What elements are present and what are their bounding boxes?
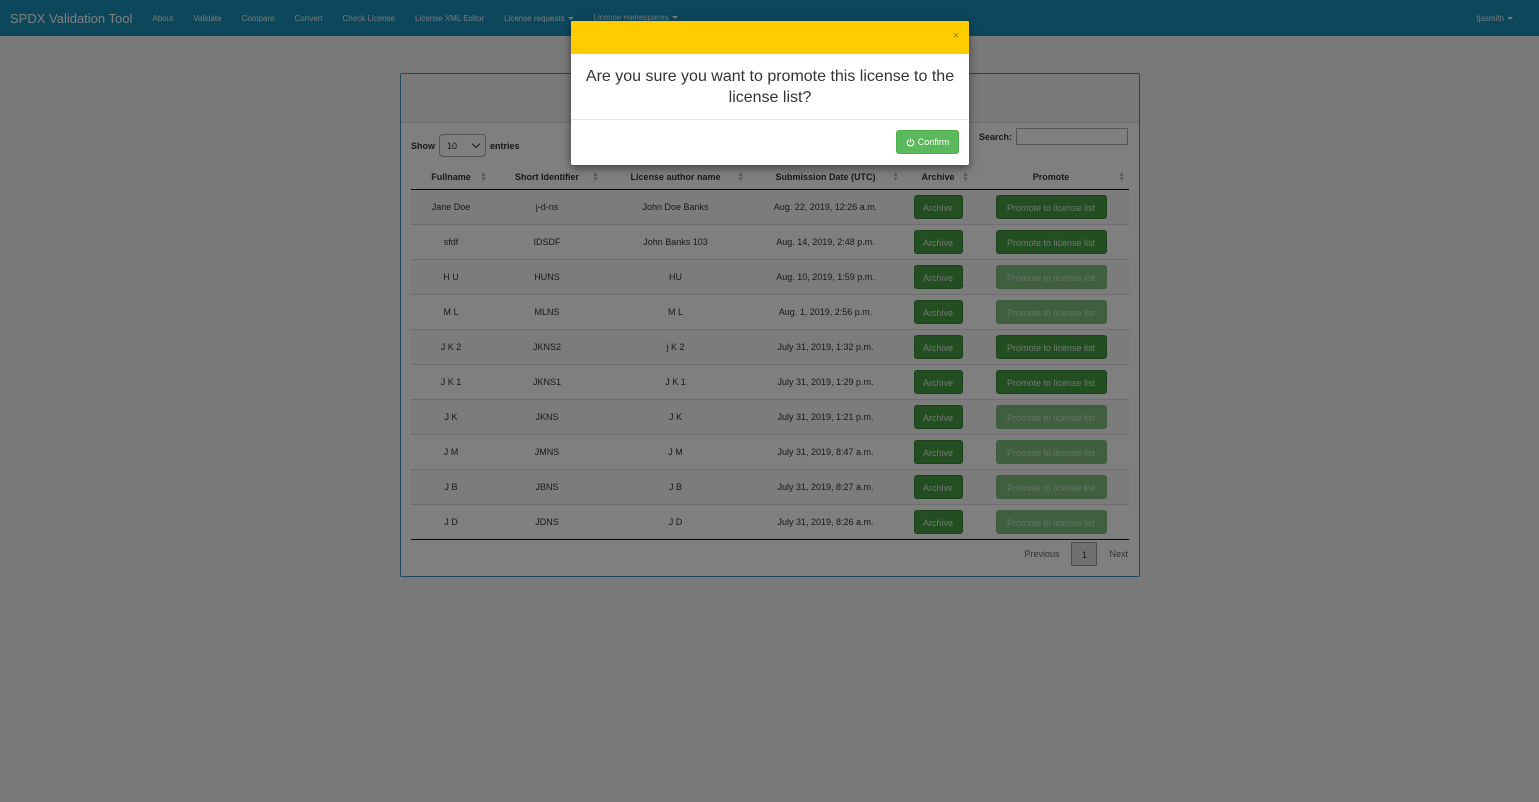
modal-body: Are you sure you want to promote this li… [571,54,969,120]
promote-confirm-modal: × Are you sure you want to promote this … [571,21,969,165]
close-icon[interactable]: × [953,31,959,42]
confirm-label: Confirm [917,137,950,147]
confirm-button[interactable]: Confirm [896,130,959,154]
modal-message: Are you sure you want to promote this li… [585,67,955,106]
power-icon [906,138,915,146]
modal-header: × [571,21,969,54]
modal-footer: Confirm [571,120,969,165]
